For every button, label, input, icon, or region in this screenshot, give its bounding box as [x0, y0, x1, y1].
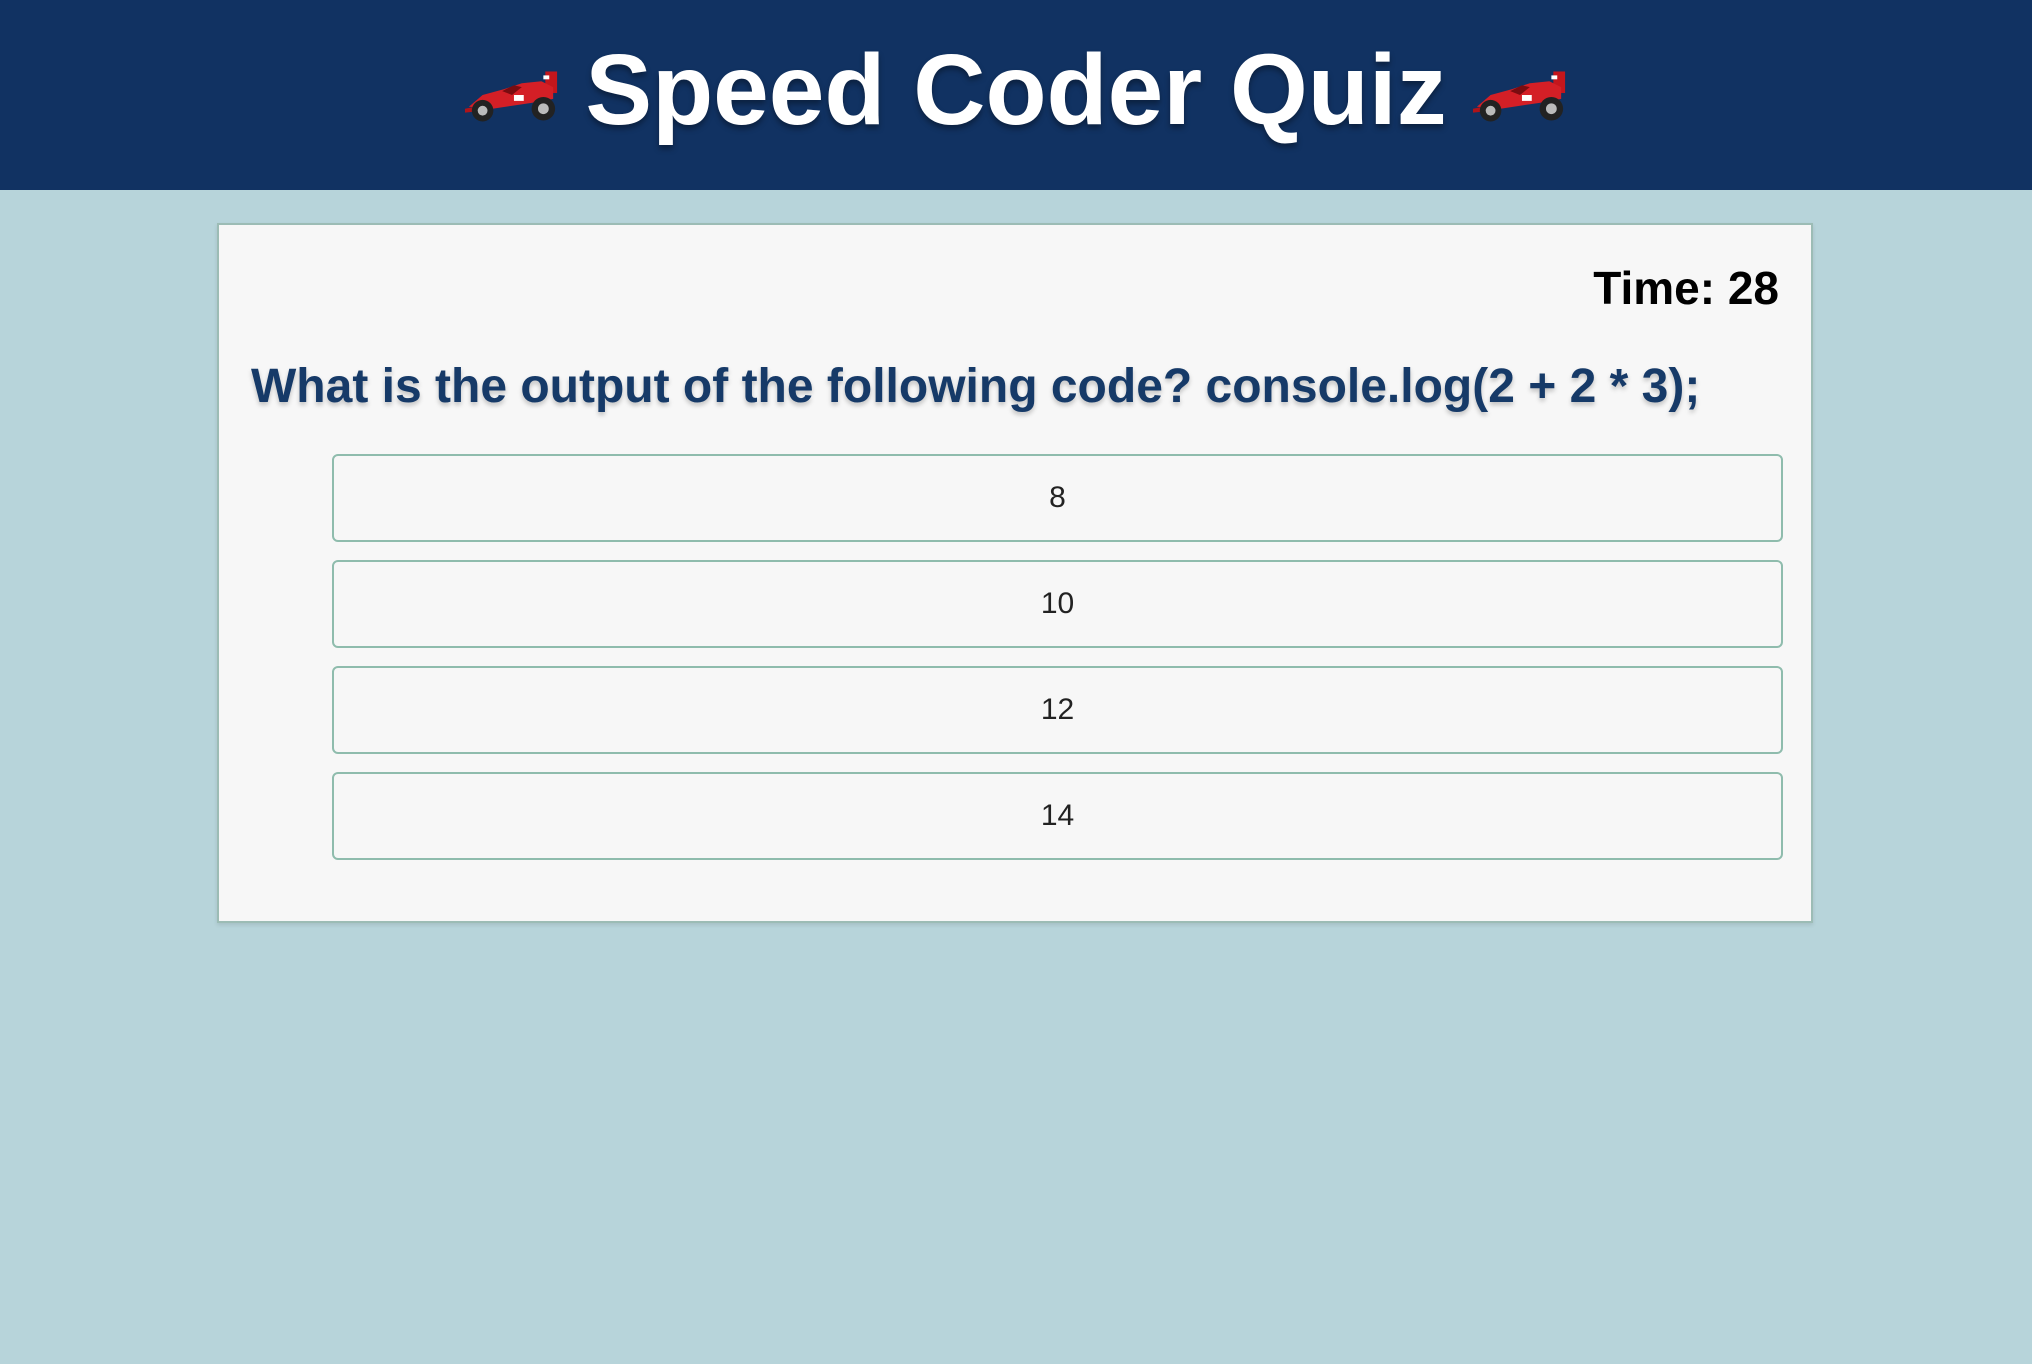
- answer-button[interactable]: 14: [332, 772, 1783, 860]
- answer-button[interactable]: 10: [332, 560, 1783, 648]
- race-car-icon: [465, 71, 558, 122]
- timer-display: Time: 28: [1593, 262, 1779, 314]
- answer-button[interactable]: 8: [332, 454, 1783, 542]
- race-car-icon: [1472, 71, 1565, 122]
- app-title: Speed Coder Quiz: [585, 34, 1447, 146]
- app-header: Speed Coder Quiz: [0, 0, 2032, 190]
- question-text: What is the output of the following code…: [251, 360, 1701, 413]
- quiz-card: Time: 28 What is the output of the follo…: [217, 223, 1813, 923]
- answer-button[interactable]: 12: [332, 666, 1783, 754]
- answer-list: 8 10 12 14: [332, 454, 1783, 878]
- header-title-group: Speed Coder Quiz: [463, 40, 1568, 140]
